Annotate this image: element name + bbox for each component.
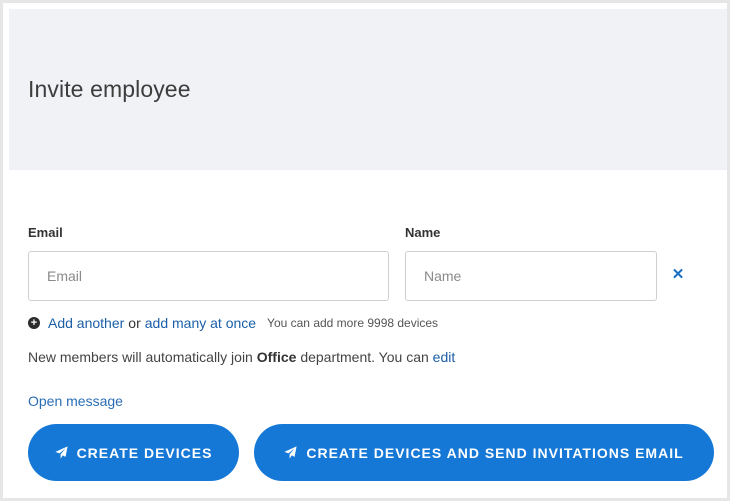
or-text: or <box>128 315 141 331</box>
department-note-prefix: New members will automatically join <box>28 349 253 365</box>
panel-header: Invite employee <box>9 9 727 170</box>
edit-department-link[interactable]: edit <box>433 349 456 365</box>
name-label: Name <box>405 225 441 240</box>
paper-plane-icon <box>54 446 68 459</box>
devices-remaining-hint: You can add more 9998 devices <box>267 316 439 330</box>
department-note-suffix: department. You can <box>300 349 429 365</box>
open-message-link[interactable]: Open message <box>28 393 123 409</box>
create-and-send-invitations-button[interactable]: CREATE DEVICES AND SEND INVITATIONS EMAI… <box>254 424 714 481</box>
create-devices-button[interactable]: CREATE DEVICES <box>28 424 239 481</box>
create-devices-label: CREATE DEVICES <box>76 444 213 461</box>
plus-circle-icon[interactable]: + <box>28 317 40 329</box>
name-field[interactable] <box>405 251 657 301</box>
email-field[interactable] <box>28 251 389 301</box>
close-icon[interactable]: ✕ <box>671 267 685 282</box>
paper-plane-icon <box>284 446 297 459</box>
invite-employee-panel: Invite employee Email Name ✕ + Add anoth… <box>0 0 730 501</box>
email-label: Email <box>28 225 63 240</box>
add-another-link[interactable]: Add another <box>48 315 124 331</box>
department-name: Office <box>256 349 297 365</box>
add-employee-row: + Add another or add many at once You ca… <box>28 314 438 332</box>
page-title: Invite employee <box>28 76 191 102</box>
add-many-link[interactable]: add many at once <box>145 315 256 331</box>
department-note: New members will automatically join Offi… <box>28 349 455 365</box>
create-and-send-label: CREATE DEVICES AND SEND INVITATIONS EMAI… <box>306 444 684 461</box>
